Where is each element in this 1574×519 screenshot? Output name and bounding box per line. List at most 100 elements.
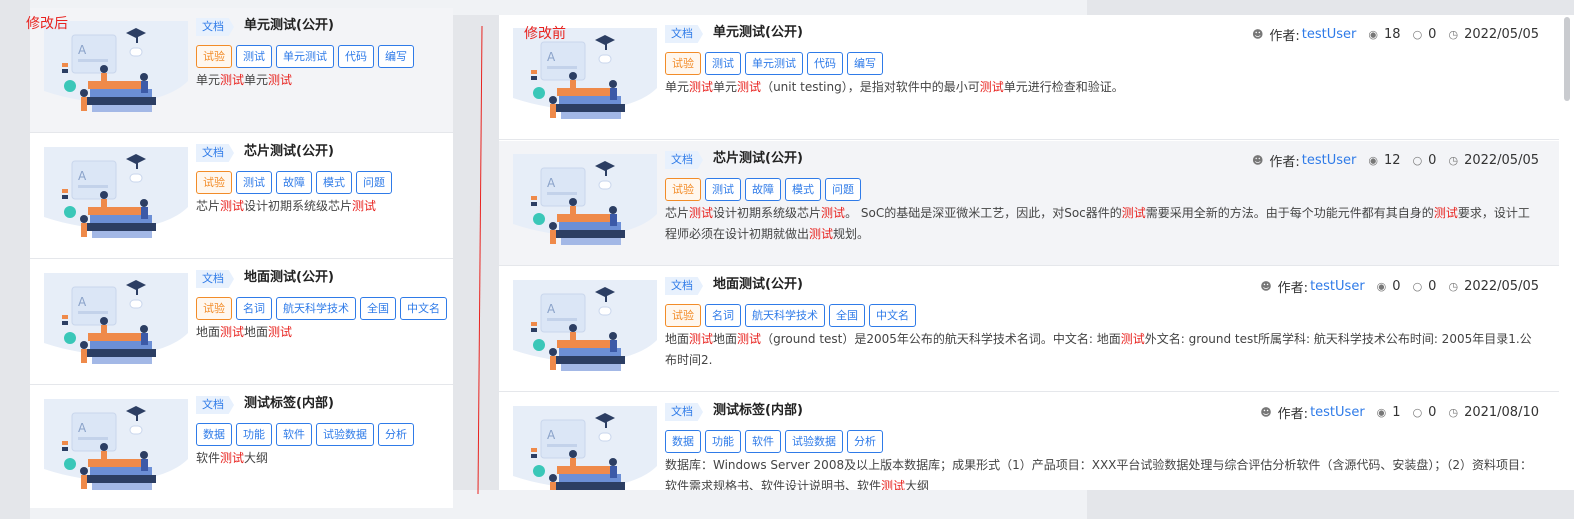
desc-text: 单元进行检查和验证。 xyxy=(1003,80,1124,94)
tag-chip[interactable]: 测试 xyxy=(236,45,272,68)
author-link[interactable]: testUser xyxy=(1302,27,1357,42)
document-snippet: 地面测试地面测试（ground test）是2005年公布的航天科学技术名词。中… xyxy=(665,329,1535,371)
document-title[interactable]: 地面测试(公开) xyxy=(713,275,803,295)
author-link[interactable]: testUser xyxy=(1302,153,1357,168)
tag-chip[interactable]: 试验数据 xyxy=(316,423,374,446)
desc-text: 设计初期系统级芯片 xyxy=(244,199,353,213)
comment-icon: ○ xyxy=(1412,280,1423,293)
tag-chip[interactable]: 数据 xyxy=(665,430,701,453)
desc-text: 单元 xyxy=(713,80,738,94)
highlight-keyword: 测试 xyxy=(689,80,714,94)
document-title[interactable]: 测试标签(内部) xyxy=(713,401,803,421)
document-title[interactable]: 测试标签(内部) xyxy=(244,394,334,414)
document-thumbnail[interactable]: A xyxy=(44,147,188,245)
tag-chip[interactable]: 故障 xyxy=(745,178,781,201)
tag-chip[interactable]: 测试 xyxy=(705,52,741,75)
tag-chip[interactable]: 分析 xyxy=(378,423,414,446)
highlight-keyword: 测试 xyxy=(979,80,1004,94)
highlight-keyword: 测试 xyxy=(809,227,834,241)
tag-chip[interactable]: 中文名 xyxy=(869,304,916,327)
tag-chip[interactable]: 试验数据 xyxy=(785,430,843,453)
user-icon: ☻ xyxy=(1251,28,1264,41)
tag-chip[interactable]: 名词 xyxy=(236,297,272,320)
author-link[interactable]: testUser xyxy=(1310,405,1365,420)
tag-chip[interactable]: 数据 xyxy=(196,423,232,446)
document-card[interactable]: A 文档 芯片测试(公开) 试验 测试 故障 模式 问题 芯片测试设计初期系统级芯片测试。 S… xyxy=(499,141,1559,266)
tag-chip[interactable]: 全国 xyxy=(829,304,865,327)
document-card[interactable]: A 文档 地面测试(公开) 试验 名词 航天科学技术 全国 中文名 地面测试地面测试（grou… xyxy=(499,267,1559,392)
tag-chip[interactable]: 问题 xyxy=(356,171,392,194)
document-thumbnail[interactable]: A xyxy=(44,399,188,497)
comment-icon: ○ xyxy=(1412,28,1423,41)
tag-chip[interactable]: 测试 xyxy=(236,171,272,194)
eye-icon: ◉ xyxy=(1368,28,1379,41)
highlight-keyword: 测试 xyxy=(881,479,906,490)
document-thumbnail[interactable]: A xyxy=(513,406,657,490)
tag-chip[interactable]: 试验 xyxy=(665,304,701,327)
tag-chip[interactable]: 航天科学技术 xyxy=(745,304,825,327)
tag-chip[interactable]: 单元测试 xyxy=(276,45,334,68)
scrollbar-track[interactable] xyxy=(1559,15,1574,490)
document-thumbnail[interactable]: A xyxy=(513,154,657,252)
document-card[interactable]: A 文档 测试标签(内部) 数据 功能 软件 试验数据 分析 数据库：Windows Serv… xyxy=(499,393,1559,490)
tag-chip[interactable]: 软件 xyxy=(745,430,781,453)
tag-chip[interactable]: 功能 xyxy=(236,423,272,446)
document-title[interactable]: 芯片测试(公开) xyxy=(244,142,334,162)
doc-type-badge: 文档 xyxy=(196,18,234,36)
document-thumbnail[interactable]: A xyxy=(44,273,188,371)
clock-icon: ◷ xyxy=(1448,28,1459,41)
gutter-bottom-right xyxy=(1087,490,1574,519)
document-card[interactable]: A 文档 单元测试(公开) 试验 测试 单元测试 代码 编写 单元测试单元测试（unit te… xyxy=(499,15,1559,140)
highlight-keyword: 测试 xyxy=(268,325,293,339)
svg-text:A: A xyxy=(78,421,87,435)
document-card[interactable]: A 文档 芯片测试(公开) 试验 测试 故障 模式 问题 芯片测试设计初期系统级芯片测试 xyxy=(30,134,453,259)
clock-icon: ◷ xyxy=(1448,406,1459,419)
document-card[interactable]: A 文档 地面测试(公开) 试验 名词 航天科学技术 全国 中文名 地面测试地面测试 xyxy=(30,260,453,385)
tag-chip[interactable]: 试验 xyxy=(196,45,232,68)
tag-chip[interactable]: 模式 xyxy=(316,171,352,194)
scrollbar-thumb[interactable] xyxy=(1564,17,1570,101)
tag-chip[interactable]: 代码 xyxy=(338,45,374,68)
tag-chip[interactable]: 代码 xyxy=(807,52,843,75)
tag-list: 试验 名词 航天科学技术 全国 中文名 xyxy=(196,297,447,320)
document-thumbnail[interactable]: A xyxy=(44,21,188,119)
document-thumbnail[interactable]: A xyxy=(513,280,657,378)
tag-chip[interactable]: 分析 xyxy=(847,430,883,453)
author-link[interactable]: testUser xyxy=(1310,279,1365,294)
document-title[interactable]: 地面测试(公开) xyxy=(244,268,334,288)
document-card[interactable]: A 文档 单元测试(公开) 试验 测试 单元测试 代码 编写 单元测试单元测试 xyxy=(30,8,453,133)
desc-text: 设计初期系统级芯片 xyxy=(713,206,822,220)
tag-chip[interactable]: 试验 xyxy=(196,171,232,194)
desc-text: 芯片 xyxy=(196,199,221,213)
tag-chip[interactable]: 全国 xyxy=(360,297,396,320)
tag-chip[interactable]: 试验 xyxy=(196,297,232,320)
tag-chip[interactable]: 模式 xyxy=(785,178,821,201)
document-card[interactable]: A 文档 测试标签(内部) 数据 功能 软件 试验数据 分析 软件测试大纲 xyxy=(30,386,453,508)
doc-type-badge: 文档 xyxy=(196,270,234,288)
document-snippet: 软件测试大纲 xyxy=(196,448,446,469)
tag-chip[interactable]: 故障 xyxy=(276,171,312,194)
tag-chip[interactable]: 编写 xyxy=(847,52,883,75)
tag-chip[interactable]: 中文名 xyxy=(400,297,447,320)
tag-chip[interactable]: 测试 xyxy=(705,178,741,201)
desc-text: 规划。 xyxy=(833,227,870,241)
tag-chip[interactable]: 编写 xyxy=(378,45,414,68)
user-icon: ☻ xyxy=(1251,154,1264,167)
view-count: 12 xyxy=(1384,153,1401,168)
document-title[interactable]: 单元测试(公开) xyxy=(244,16,334,36)
tag-chip[interactable]: 问题 xyxy=(825,178,861,201)
highlight-keyword: 测试 xyxy=(689,206,714,220)
publish-date: 2022/05/05 xyxy=(1464,153,1539,168)
tag-chip[interactable]: 试验 xyxy=(665,52,701,75)
document-title[interactable]: 芯片测试(公开) xyxy=(713,149,803,169)
user-icon: ☻ xyxy=(1260,406,1272,419)
tag-chip[interactable]: 名词 xyxy=(705,304,741,327)
tag-chip[interactable]: 功能 xyxy=(705,430,741,453)
tag-chip[interactable]: 单元测试 xyxy=(745,52,803,75)
highlight-keyword: 测试 xyxy=(1120,332,1145,346)
document-title[interactable]: 单元测试(公开) xyxy=(713,23,803,43)
view-count: 0 xyxy=(1392,279,1401,294)
tag-chip[interactable]: 软件 xyxy=(276,423,312,446)
tag-chip[interactable]: 航天科学技术 xyxy=(276,297,356,320)
tag-chip[interactable]: 试验 xyxy=(665,178,701,201)
